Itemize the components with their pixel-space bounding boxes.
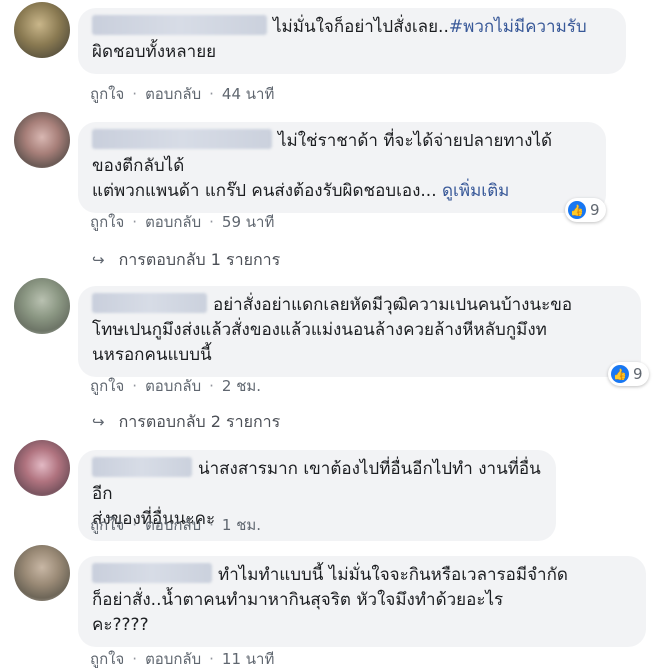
hashtag-link[interactable]: #พวกไม่มีความรับ xyxy=(449,17,587,37)
comment-bubble: ไม่ใช่ราชาด้า ที่จะได้จ่ายปลายทางได้ ของ… xyxy=(78,122,606,213)
comment-bubble: ทำไมทำแบบนี้ ไม่มั่นใจจะกินหรือเวลารอมีจ… xyxy=(78,556,646,647)
reaction-count[interactable]: 👍 9 xyxy=(608,362,649,386)
comment-bubble: อย่าสั่งอย่าแดกเลยหัดมีวุฒิความเปนคนบ้าง… xyxy=(78,286,641,377)
author-name-redacted[interactable] xyxy=(92,563,212,583)
reply-arrow-icon: ↪ xyxy=(92,413,105,431)
view-replies-link[interactable]: ↪ การตอบกลับ 1 รายการ xyxy=(92,248,280,273)
comment-text: ทำไมทำแบบนี้ ไม่มั่นใจจะกินหรือเวลารอมีจ… xyxy=(218,565,568,585)
timestamp[interactable]: 1 ชม. xyxy=(222,513,261,537)
comment-text-line3: แต่พวกแพนด้า แกร๊ป คนส่งต้องรับผิดชอบเอง… xyxy=(92,181,437,201)
like-link[interactable]: ถูกใจ xyxy=(90,513,124,537)
comment-text: ไม่ใช่ราชาด้า ที่จะได้จ่ายปลายทางได้ xyxy=(278,131,553,151)
see-more-link[interactable]: ดูเพิ่มเติม xyxy=(442,181,509,201)
like-link[interactable]: ถูกใจ xyxy=(90,210,124,234)
avatar[interactable] xyxy=(14,545,70,601)
comment-text-line2: ผิดชอบทั้งหลายย xyxy=(92,42,217,62)
author-name-redacted[interactable] xyxy=(92,15,267,35)
comment-text: อย่าสั่งอย่าแดกเลยหัดมีวุฒิความเปนคนบ้าง… xyxy=(213,295,573,315)
reply-link[interactable]: ตอบกลับ xyxy=(145,513,201,537)
comment-text-line2: โทษเปนกูมึงส่งแล้วสั่งของแล้วแม่งนอนล้าง… xyxy=(92,320,547,340)
comment-text-line2: ก็อย่าสั่ง..น้ำตาคนทำมาหากินสุจริต หัวใจ… xyxy=(92,590,504,610)
view-replies-link[interactable]: ↪ การตอบกลับ 2 รายการ xyxy=(92,410,280,435)
comment-actions: ถูกใจ · ตอบกลับ · 11 นาที xyxy=(90,647,274,671)
avatar[interactable] xyxy=(14,2,70,58)
avatar[interactable] xyxy=(14,278,70,334)
reply-link[interactable]: ตอบกลับ xyxy=(145,647,201,671)
author-name-redacted[interactable] xyxy=(92,293,207,313)
comment-text-line3: คะ???? xyxy=(92,615,149,635)
comment-actions: ถูกใจ · ตอบกลับ · 1 ชม. xyxy=(90,513,261,537)
like-link[interactable]: ถูกใจ xyxy=(90,647,124,671)
timestamp[interactable]: 44 นาที xyxy=(222,82,274,106)
reaction-count[interactable]: 👍 9 xyxy=(565,198,606,222)
comment-actions: ถูกใจ · ตอบกลับ · 44 นาที xyxy=(90,82,274,106)
author-name-redacted[interactable] xyxy=(92,457,192,477)
like-link[interactable]: ถูกใจ xyxy=(90,82,124,106)
thumbs-up-icon: 👍 xyxy=(568,201,586,219)
timestamp[interactable]: 59 นาที xyxy=(222,210,274,234)
author-name-redacted[interactable] xyxy=(92,129,272,149)
comment-text-line2: ของตีกลับได้ xyxy=(92,156,185,176)
comment-actions: ถูกใจ · ตอบกลับ · 2 ชม. xyxy=(90,374,261,398)
avatar[interactable] xyxy=(14,112,70,168)
reply-link[interactable]: ตอบกลับ xyxy=(145,82,201,106)
comment-bubble: ไม่มั่นใจก็อย่าไปสั่งเลย..#พวกไม่มีความร… xyxy=(78,8,626,74)
reply-link[interactable]: ตอบกลับ xyxy=(145,374,201,398)
thumbs-up-icon: 👍 xyxy=(611,365,629,383)
timestamp[interactable]: 11 นาที xyxy=(222,647,274,671)
reply-arrow-icon: ↪ xyxy=(92,251,105,269)
reply-link[interactable]: ตอบกลับ xyxy=(145,210,201,234)
comment-text-line3: นหรอกคนแบบนี้ xyxy=(92,345,212,365)
like-link[interactable]: ถูกใจ xyxy=(90,374,124,398)
avatar[interactable] xyxy=(14,440,70,496)
timestamp[interactable]: 2 ชม. xyxy=(222,374,261,398)
comment-actions: ถูกใจ · ตอบกลับ · 59 นาที xyxy=(90,210,274,234)
comment-text: ไม่มั่นใจก็อย่าไปสั่งเลย.. xyxy=(273,17,449,37)
